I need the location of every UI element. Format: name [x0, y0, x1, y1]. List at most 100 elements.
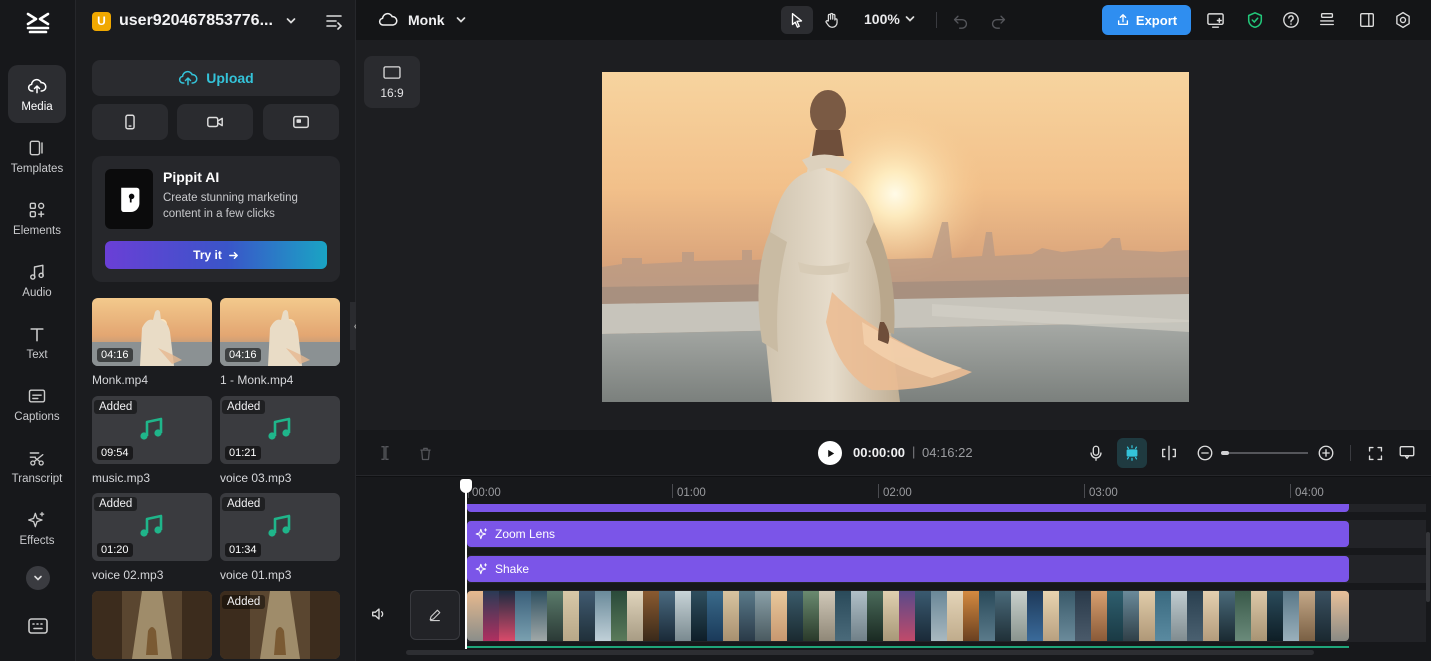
undo-button[interactable] [948, 6, 972, 34]
cloud-upload-icon [179, 70, 198, 86]
gear-icon [1396, 11, 1410, 29]
export-label: Export [1135, 12, 1178, 28]
upload-from-phone-button[interactable] [92, 104, 168, 140]
split-panel-icon [1360, 13, 1374, 27]
media-item[interactable]: Added 09:54 music.mp3 [92, 396, 212, 485]
clip-frame [755, 591, 771, 641]
tick-mark [672, 484, 673, 498]
workspace-switcher[interactable]: U user920467853776... [92, 10, 342, 32]
nav-label: Captions [14, 410, 60, 423]
timeline-zoom-slider-thumb[interactable] [1221, 451, 1229, 455]
clip-frame [595, 591, 611, 641]
pippit-promo-card: Pippit AI Create stunning marketing cont… [92, 156, 340, 282]
media-item[interactable]: 04:16 1 - Monk.mp4 [220, 298, 340, 387]
help-button[interactable] [1278, 6, 1304, 34]
media-item[interactable]: Added [220, 591, 340, 659]
record-voiceover-button[interactable] [1085, 442, 1107, 464]
media-thumbnail[interactable]: 04:16 [92, 298, 212, 366]
clip-frame [739, 591, 755, 641]
effect-clip-shake[interactable]: Shake [467, 556, 1349, 582]
upload-button[interactable]: Upload [92, 60, 340, 96]
record-camera-button[interactable] [177, 104, 253, 140]
nav-item-audio[interactable]: Audio [8, 251, 66, 309]
video-canvas[interactable] [602, 72, 1189, 402]
time-tick: 00:00 [472, 487, 501, 499]
media-thumbnail[interactable]: Added [220, 591, 340, 659]
settings-button[interactable] [1390, 6, 1416, 34]
captions-icon [28, 388, 46, 403]
clip-frame [547, 591, 563, 641]
video-clip[interactable] [467, 591, 1349, 641]
export-upload-icon [1117, 14, 1128, 26]
nav-more-button[interactable] [26, 566, 50, 590]
capcut-logo-icon[interactable] [24, 8, 52, 36]
toggle-panel-button[interactable] [1354, 6, 1380, 34]
media-item[interactable]: 04:16 Monk.mp4 [92, 298, 212, 387]
effect-clip-zoom-lens[interactable]: Zoom Lens [467, 521, 1349, 547]
media-item[interactable]: Added 01:34 voice 01.mp3 [220, 493, 340, 582]
nav-item-media[interactable]: Media [8, 65, 66, 123]
clip-frame [915, 591, 931, 641]
nav-item-templates[interactable]: Templates [8, 127, 66, 185]
hand-tool-button[interactable] [816, 6, 848, 34]
zoom-level-select[interactable]: 100% [864, 11, 916, 27]
media-thumbnail[interactable] [92, 591, 212, 659]
split-preview-button[interactable] [1158, 442, 1180, 464]
nav-label: Text [26, 348, 48, 361]
music-note-icon [140, 417, 163, 440]
select-tool-button[interactable] [781, 6, 813, 34]
preview-display-button[interactable] [1396, 442, 1418, 464]
nav-item-text[interactable]: Text [8, 313, 66, 371]
redo-button[interactable] [986, 6, 1010, 34]
media-item[interactable]: Added 01:21 voice 03.mp3 [220, 396, 340, 485]
zoom-in-timeline-button[interactable] [1315, 442, 1337, 464]
shield-status-button[interactable] [1242, 6, 1268, 34]
tick-mark [1290, 484, 1291, 498]
nav-item-captions[interactable]: Captions [8, 375, 66, 433]
chevron-down-icon [34, 575, 42, 581]
panel-collapse-menu-icon[interactable] [325, 12, 343, 30]
media-item[interactable]: Added 01:20 voice 02.mp3 [92, 493, 212, 582]
tick-mark [1084, 484, 1085, 498]
clip-frame [563, 591, 579, 641]
try-it-button[interactable]: Try it [105, 241, 327, 269]
split-clip-button[interactable] [374, 442, 396, 464]
timeline-horizontal-scrollbar[interactable] [406, 650, 1314, 655]
mute-track-button[interactable] [370, 605, 390, 625]
nav-item-elements[interactable]: Elements [8, 189, 66, 247]
media-item[interactable] [92, 591, 212, 659]
cloud-icon [378, 12, 398, 26]
delete-clip-button[interactable] [414, 442, 436, 464]
keyboard-shortcuts-icon[interactable] [26, 615, 50, 637]
zoom-out-timeline-button[interactable] [1194, 442, 1216, 464]
effect-clip-partial[interactable] [467, 504, 1349, 512]
layers-button[interactable] [1314, 6, 1340, 34]
media-thumbnail[interactable]: Added 01:20 [92, 493, 212, 561]
media-thumbnail[interactable]: Added 01:34 [220, 493, 340, 561]
record-screen-button[interactable] [263, 104, 339, 140]
pencil-icon [429, 609, 441, 622]
left-nav: Media Templates Elements Audio Text Capt… [0, 0, 76, 661]
timeline-vertical-scrollbar[interactable] [1426, 532, 1430, 602]
timeline[interactable]: 00:00 01:00 02:00 03:00 04:00 Zoom Lens … [356, 477, 1431, 661]
export-button[interactable]: Export [1102, 5, 1191, 35]
playhead[interactable] [465, 485, 467, 649]
media-thumbnail[interactable]: Added 09:54 [92, 396, 212, 464]
auto-snap-toggle[interactable] [1117, 438, 1147, 468]
edit-cover-button[interactable] [410, 590, 460, 640]
media-thumbnail[interactable]: Added 01:21 [220, 396, 340, 464]
nav-label: Effects [19, 534, 55, 547]
clip-frame [1251, 591, 1267, 641]
aspect-ratio-button[interactable]: 16:9 [364, 56, 420, 108]
media-thumbnail[interactable]: 04:16 [220, 298, 340, 366]
nav-item-effects[interactable]: Effects [8, 499, 66, 557]
fullscreen-button[interactable] [1364, 442, 1386, 464]
project-menu[interactable]: Monk [378, 10, 467, 30]
playhead-handle[interactable] [460, 479, 472, 493]
tick-mark [878, 484, 879, 498]
timeline-zoom-slider[interactable] [1226, 452, 1308, 454]
play-button[interactable] [818, 441, 842, 465]
duration-badge: 04:16 [97, 348, 133, 362]
present-screen-button[interactable] [1202, 6, 1228, 34]
nav-item-transcript[interactable]: Transcript [8, 437, 66, 495]
